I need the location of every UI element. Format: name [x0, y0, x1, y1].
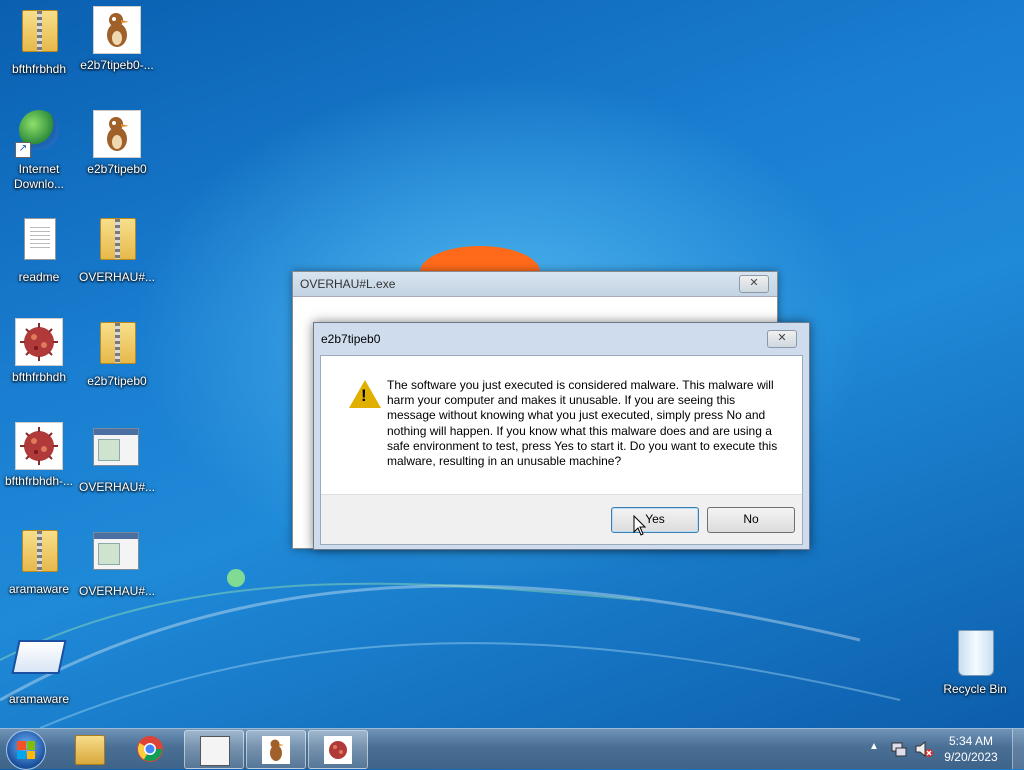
application-window-icon — [200, 736, 230, 766]
yes-button[interactable]: Yes — [611, 507, 699, 533]
desktop-icon-e2b7tipeb0[interactable]: e2b7tipeb0 — [72, 110, 162, 177]
shortcut-arrow-icon: ↗ — [15, 142, 31, 158]
desktop-icon-label: OVERHAU#... — [78, 480, 156, 494]
desktop-icon-e2b7tipeb0-zip[interactable]: e2b7tipeb0 — [72, 318, 162, 389]
dialog-message: The software you just executed is consid… — [387, 378, 778, 469]
close-button[interactable]: ✕ — [767, 330, 797, 348]
dialog-body: ! The software you just executed is cons… — [320, 355, 803, 545]
network-icon[interactable] — [890, 740, 908, 758]
clock-time: 5:34 AM — [948, 734, 994, 748]
taskbar-bfthfrbhdh[interactable] — [308, 730, 368, 769]
zip-folder-icon — [22, 10, 58, 52]
desktop-icon-label: e2b7tipeb0 — [87, 162, 147, 176]
dialog-button-bar: Yes No — [321, 494, 802, 544]
bird-image-icon — [93, 110, 141, 158]
program-shortcut-icon — [11, 640, 67, 674]
application-window-icon — [93, 428, 139, 466]
desktop-icon-label: aramaware — [8, 692, 70, 706]
text-file-icon — [24, 218, 56, 260]
warning-icon: ! — [349, 380, 381, 408]
taskbar-chrome[interactable] — [121, 730, 179, 767]
desktop-icon-overhaul-app-2[interactable]: OVERHAU#... — [72, 526, 162, 599]
desktop-icon-aramaware-program[interactable]: aramaware — [0, 630, 84, 707]
show-hidden-icons-icon[interactable]: ▲ — [869, 741, 879, 752]
zip-folder-icon — [100, 322, 136, 364]
desktop-icon-label: Internet Downlo... — [13, 162, 65, 191]
clock-date: 9/20/2023 — [944, 750, 998, 764]
dialog-titlebar[interactable]: e2b7tipeb0 ✕ — [314, 323, 809, 355]
virus-image-icon — [324, 736, 352, 764]
mouse-cursor-icon — [633, 515, 647, 536]
file-explorer-icon — [75, 735, 105, 765]
close-button[interactable]: ✕ — [739, 275, 769, 293]
taskbar-e2b7tipeb0[interactable] — [246, 730, 306, 769]
taskbar-file-explorer[interactable] — [60, 730, 118, 767]
desktop-icon-overhaul-zip[interactable]: OVERHAU#... — [72, 214, 162, 285]
show-desktop-button[interactable] — [1012, 729, 1024, 769]
start-orb-icon[interactable] — [6, 730, 46, 770]
bird-image-icon — [262, 736, 290, 764]
desktop-icon-recycle-bin[interactable]: Recycle Bin — [930, 630, 1020, 697]
zip-folder-icon — [100, 218, 136, 260]
desktop-icon-label: OVERHAU#... — [78, 584, 156, 598]
window-title: OVERHAU#L.exe — [300, 277, 396, 291]
malware-warning-dialog[interactable]: e2b7tipeb0 ✕ ! The software you just exe… — [313, 322, 810, 550]
desktop-icon-label: e2b7tipeb0 — [87, 374, 147, 388]
zip-folder-icon — [22, 530, 58, 572]
no-button[interactable]: No — [707, 507, 795, 533]
dialog-title: e2b7tipeb0 — [321, 332, 381, 346]
recycle-bin-icon — [958, 630, 994, 676]
bird-image-icon — [93, 6, 141, 54]
virus-image-icon — [15, 318, 63, 366]
taskbar-overhaul-app[interactable] — [184, 730, 244, 769]
virus-image-icon — [15, 422, 63, 470]
taskbar: ▲ 5:34 AM 9/20/2023 — [0, 728, 1024, 770]
system-clock[interactable]: 5:34 AM 9/20/2023 — [935, 733, 1007, 765]
desktop-icon-label: e2b7tipeb0-... — [80, 58, 154, 72]
volume-muted-icon[interactable] — [914, 740, 934, 758]
chrome-icon — [137, 736, 163, 762]
application-window-icon — [93, 532, 139, 570]
window-titlebar[interactable]: OVERHAU#L.exe ✕ — [293, 272, 777, 297]
desktop-icon-label: Recycle Bin — [943, 682, 1007, 696]
desktop-icon-e2b7tipeb0-image[interactable]: e2b7tipeb0-... — [72, 6, 162, 73]
desktop-icon-label: OVERHAU#... — [78, 270, 156, 284]
desktop-icon-overhaul-app[interactable]: OVERHAU#... — [72, 422, 162, 495]
